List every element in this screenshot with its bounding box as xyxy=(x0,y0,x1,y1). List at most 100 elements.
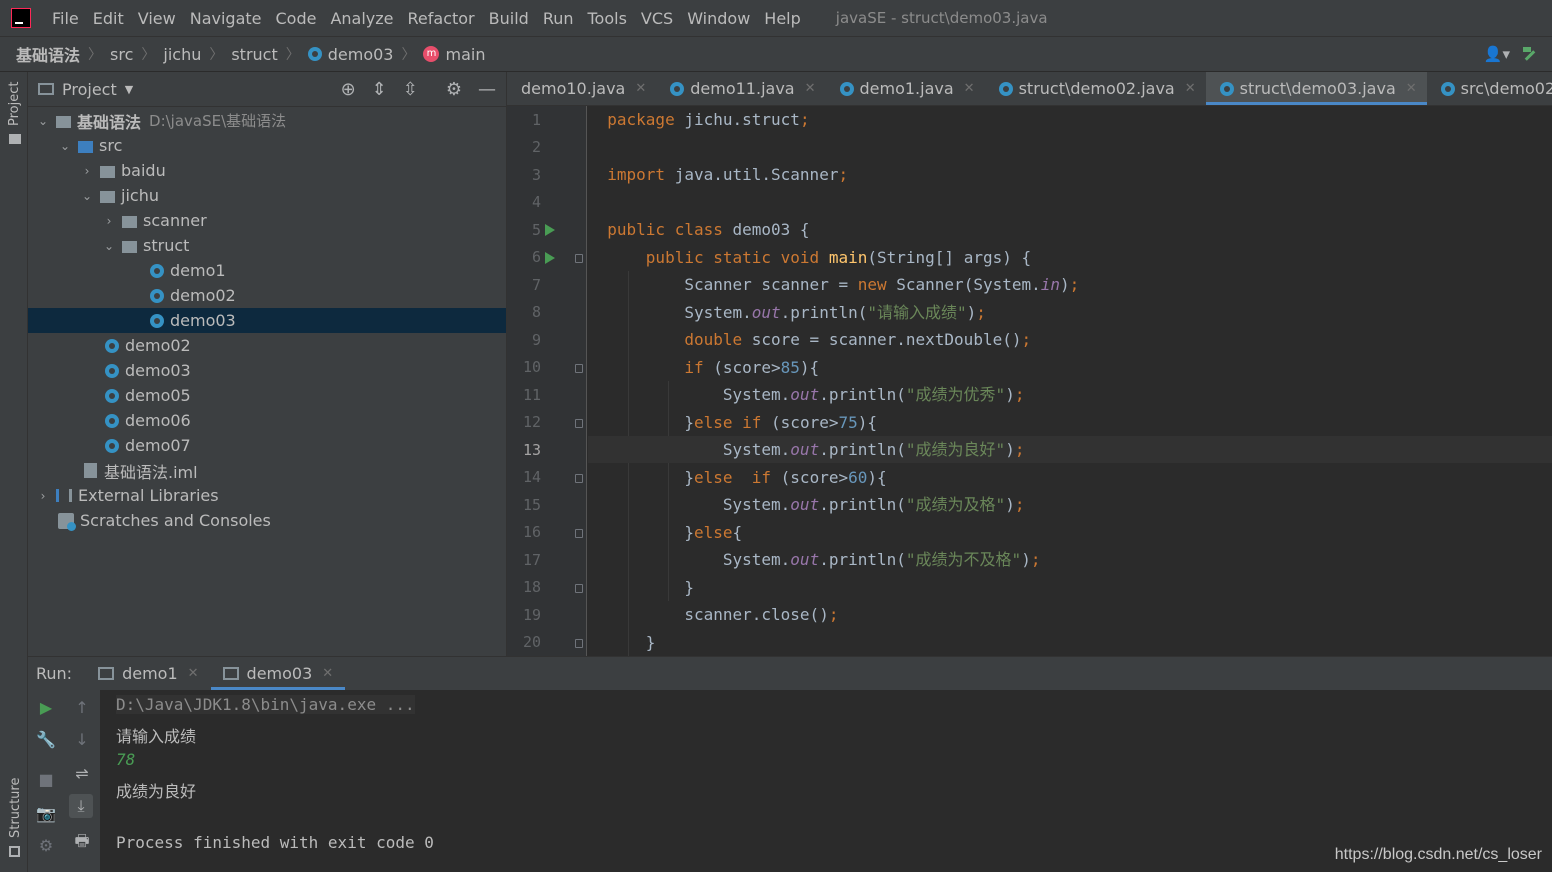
tree-item-demo06[interactable]: demo06 xyxy=(28,408,506,433)
editor-tabs: demo10.java ✕ demo11.java ✕ demo1.java ✕ st… xyxy=(507,72,1552,106)
structure-tool-window-button[interactable]: Structure xyxy=(8,778,23,838)
chevron-down-icon[interactable]: ⌄ xyxy=(80,189,94,203)
package-folder-icon xyxy=(122,215,137,228)
print-icon[interactable]: 🖶 xyxy=(71,830,93,857)
close-icon[interactable]: ✕ xyxy=(1185,81,1196,96)
breadcrumb-project[interactable]: 基础语法 xyxy=(13,42,83,66)
chevron-down-icon[interactable]: ⌄ xyxy=(36,114,50,128)
tree-item-demo02[interactable]: demo02 xyxy=(28,283,506,308)
run-main-icon[interactable] xyxy=(545,252,555,264)
close-icon[interactable]: ✕ xyxy=(635,81,646,96)
console-result: 成绩为良好 xyxy=(116,782,197,801)
chevron-down-icon[interactable]: ⌄ xyxy=(58,139,72,153)
tree-item-root[interactable]: ⌄ 基础语法 D:\javaSE\基础语法 xyxy=(28,108,506,133)
build-hammer-icon[interactable] xyxy=(1522,46,1538,62)
tree-item-demo05[interactable]: demo05 xyxy=(28,383,506,408)
wrench-icon[interactable]: 🔧 xyxy=(35,730,57,749)
camera-icon[interactable]: 📷 xyxy=(35,804,57,823)
tree-item-external-libraries[interactable]: › External Libraries xyxy=(28,483,506,508)
locate-file-icon[interactable]: ⊕ xyxy=(341,79,356,100)
hide-panel-icon[interactable]: — xyxy=(478,79,496,100)
menu-navigate[interactable]: Navigate xyxy=(183,9,269,28)
tab-demo10[interactable]: demo10.java ✕ xyxy=(507,72,656,105)
code-editor[interactable]: 1 2 3 4 5 6 7 8 9 10 11 12 13 14 15 16 1… xyxy=(507,106,1552,656)
menu-window[interactable]: Window xyxy=(680,9,757,28)
tree-item-demo03[interactable]: demo03 xyxy=(28,358,506,383)
libraries-icon xyxy=(56,489,72,502)
project-tool-window-button[interactable]: Project xyxy=(7,82,22,126)
package-folder-icon xyxy=(100,165,115,178)
breadcrumb-jichu[interactable]: jichu xyxy=(160,45,204,64)
run-tab-demo03[interactable]: demo03 ✕ xyxy=(210,657,346,690)
tree-item-demo03-selected[interactable]: demo03 xyxy=(28,308,506,333)
tree-item-demo02[interactable]: demo02 xyxy=(28,333,506,358)
gear-icon[interactable]: ⚙ xyxy=(446,79,462,100)
close-icon[interactable]: ✕ xyxy=(1406,81,1417,96)
soft-wrap-icon[interactable]: ⇌ xyxy=(71,764,93,783)
menu-view[interactable]: View xyxy=(131,9,183,28)
settings-icon[interactable]: ⚙ xyxy=(35,836,57,855)
fold-icon[interactable] xyxy=(575,529,583,538)
tree-item-src[interactable]: ⌄ src xyxy=(28,133,506,158)
menu-vcs[interactable]: VCS xyxy=(634,9,680,28)
menu-run[interactable]: Run xyxy=(536,9,581,28)
collapse-all-icon[interactable]: ⇳ xyxy=(403,79,418,100)
run-tool-window-header: Run: demo1 ✕ demo03 ✕ xyxy=(28,656,1552,690)
fold-icon[interactable] xyxy=(575,474,583,483)
stop-icon[interactable]: ■ xyxy=(35,770,57,789)
chevron-right-icon[interactable]: › xyxy=(80,164,94,178)
tree-item-demo1[interactable]: demo1 xyxy=(28,258,506,283)
tree-item-jichu[interactable]: ⌄ jichu xyxy=(28,183,506,208)
expand-all-icon[interactable]: ⇕ xyxy=(372,79,387,100)
tab-demo11[interactable]: demo11.java ✕ xyxy=(656,72,825,105)
code-line-12: }else if (score>75){ xyxy=(588,413,877,432)
run-tab-demo1[interactable]: demo1 ✕ xyxy=(86,657,210,690)
run-console[interactable]: D:\Java\JDK1.8\bin\java.exe ... 请输入成绩 78… xyxy=(100,690,1552,872)
menu-tools[interactable]: Tools xyxy=(581,9,634,28)
tab-demo1[interactable]: demo1.java ✕ xyxy=(826,72,985,105)
fold-icon[interactable] xyxy=(575,364,583,373)
tree-item-iml-file[interactable]: 基础语法.iml xyxy=(28,458,506,483)
close-icon[interactable]: ✕ xyxy=(964,81,975,96)
fold-icon[interactable] xyxy=(575,584,583,593)
close-icon[interactable]: ✕ xyxy=(188,666,199,681)
fold-icon[interactable] xyxy=(575,419,583,428)
tab-struct-demo03[interactable]: struct\demo03.java ✕ xyxy=(1205,72,1427,105)
fold-icon[interactable] xyxy=(575,639,583,648)
menu-build[interactable]: Build xyxy=(482,9,536,28)
menu-edit[interactable]: Edit xyxy=(86,9,131,28)
tree-item-struct[interactable]: ⌄ struct xyxy=(28,233,506,258)
package-folder-icon xyxy=(122,240,137,253)
project-panel: Project ▼ ⊕ ⇕ ⇳ ⚙ — ⌄ 基础语法 D:\javaSE\基础语… xyxy=(28,72,507,656)
tree-item-demo07[interactable]: demo07 xyxy=(28,433,506,458)
chevron-right-icon[interactable]: › xyxy=(36,489,50,503)
menu-help[interactable]: Help xyxy=(757,9,807,28)
tree-item-baidu[interactable]: › baidu xyxy=(28,158,506,183)
fold-icon[interactable] xyxy=(575,254,583,263)
run-class-icon[interactable] xyxy=(545,224,555,236)
breadcrumb-src[interactable]: src xyxy=(107,45,136,64)
menu-analyze[interactable]: Analyze xyxy=(323,9,400,28)
close-icon[interactable]: ✕ xyxy=(322,666,333,681)
arrow-up-icon[interactable]: ↑ xyxy=(71,698,93,717)
menu-file[interactable]: File xyxy=(45,9,86,28)
tab-src-demo02[interactable]: src\demo02.java✕ xyxy=(1427,72,1552,105)
breadcrumb-main[interactable]: m main xyxy=(420,45,488,64)
chevron-down-icon[interactable]: ▼ xyxy=(125,83,133,96)
code-line-7: Scanner scanner = new Scanner(System.in)… xyxy=(588,275,1080,294)
tab-struct-demo02[interactable]: struct\demo02.java ✕ xyxy=(985,72,1206,105)
chevron-down-icon[interactable]: ⌄ xyxy=(102,239,116,253)
menu-code[interactable]: Code xyxy=(269,9,324,28)
close-icon[interactable]: ✕ xyxy=(805,81,816,96)
menu-refactor[interactable]: Refactor xyxy=(401,9,482,28)
scroll-to-end-icon[interactable]: ⤓ xyxy=(69,794,93,818)
tree-item-scanner[interactable]: › scanner xyxy=(28,208,506,233)
breadcrumb-struct[interactable]: struct xyxy=(228,45,280,64)
user-account-icon[interactable]: 👤▾ xyxy=(1484,45,1510,63)
tree-item-scratches[interactable]: Scratches and Consoles xyxy=(28,508,506,533)
arrow-down-icon[interactable]: ↓ xyxy=(71,730,93,749)
rerun-icon[interactable]: ▶ xyxy=(35,698,57,717)
chevron-right-icon[interactable]: › xyxy=(102,214,116,228)
breadcrumb-demo03[interactable]: demo03 xyxy=(305,45,397,64)
project-view-selector[interactable]: Project xyxy=(62,80,117,99)
